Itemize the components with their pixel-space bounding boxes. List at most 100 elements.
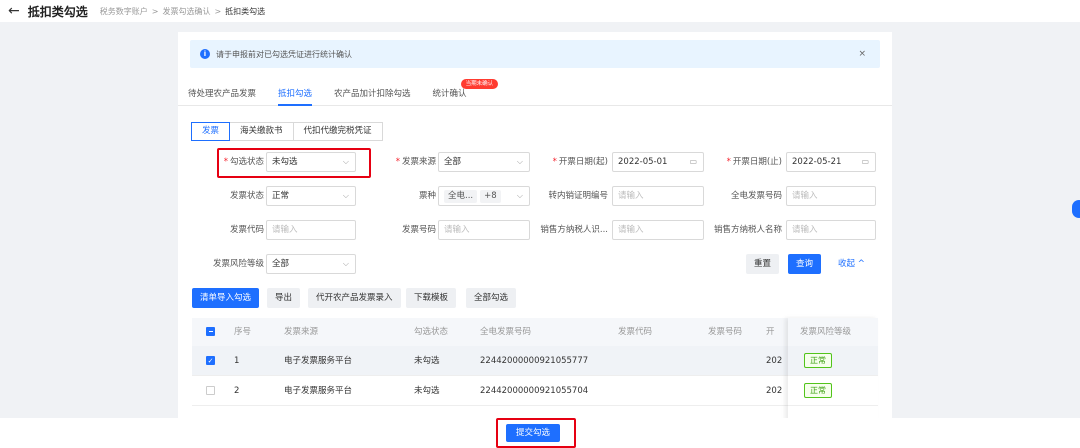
fixed-risk-column: 发票风险等级 正常 正常 xyxy=(788,318,878,422)
more-tag: +8 xyxy=(480,190,501,203)
collapse-toggle[interactable]: 收起 ^ xyxy=(838,254,865,274)
tab-label: 待处理农产品发票 xyxy=(188,89,257,99)
table-row[interactable]: ✓ 1 电子发票服务平台 未勾选 22442000000921055777 20… xyxy=(192,346,878,376)
chevron-down-icon: ⌵ xyxy=(516,191,523,200)
tab-label: 抵扣勾选 xyxy=(278,89,313,99)
seller-tax-id-label: 销售方纳税人识... xyxy=(540,225,608,235)
tab-deduction-select[interactable]: 抵扣勾选 xyxy=(278,80,313,106)
table-row[interactable]: 2 电子发票服务平台 未勾选 22442000000921055704 202 xyxy=(192,376,878,406)
risk-cell-row: 正常 xyxy=(788,346,878,376)
cell-index: 1 xyxy=(234,356,240,366)
cell-full-no: 22442000000921055704 xyxy=(480,386,589,396)
row-checkbox[interactable]: ✓ xyxy=(206,356,215,365)
chevron-down-icon: ⌵ xyxy=(342,259,349,268)
select-all-button[interactable]: 全部勾选 xyxy=(466,288,517,308)
subtab-customs[interactable]: 海关缴款书 xyxy=(229,122,294,141)
breadcrumb-item-account[interactable]: 税务数字账户 xyxy=(100,6,148,17)
back-arrow-icon[interactable]: ← xyxy=(8,3,20,19)
export-button[interactable]: 导出 xyxy=(267,288,301,308)
page-title: 抵扣类勾选 xyxy=(27,4,88,19)
seller-name-label: 销售方纳税人名称 xyxy=(713,225,782,235)
cell-date: 202 xyxy=(766,356,783,366)
agri-invoice-entry-button[interactable]: 代开农产品发票录入 xyxy=(308,288,401,308)
col-index: 序号 xyxy=(234,327,252,337)
full-invoice-no-input[interactable]: 请输入 xyxy=(786,186,876,206)
col-risk: 发票风险等级 xyxy=(800,327,852,337)
risk-header: 发票风险等级 xyxy=(788,318,878,346)
download-template-button[interactable]: 下载模板 xyxy=(406,288,457,308)
invoice-status-label: 发票状态 xyxy=(229,191,264,201)
date-end-label: * 开票日期(止) xyxy=(726,157,782,167)
date-start-label: * 开票日期(起) xyxy=(552,157,608,167)
main-panel: i 请于申报前对已勾选凭证进行统计确认 × 待处理农产品发票 抵扣勾选 农产品加… xyxy=(178,32,892,422)
chevron-down-icon: ⌵ xyxy=(516,157,523,166)
reset-button[interactable]: 重置 xyxy=(746,254,780,274)
subtab-invoice[interactable]: 发票 xyxy=(191,122,231,141)
date-end-picker[interactable]: 2022-05-21 ▭ xyxy=(786,152,876,172)
seller-name-input[interactable]: 请输入 xyxy=(786,220,876,240)
cell-status: 未勾选 xyxy=(414,356,440,366)
invoice-type-label: 票种 xyxy=(418,191,436,201)
tab-bar: 待处理农产品发票 抵扣勾选 农产品加计扣除勾选 统计确认 当期未确认 xyxy=(178,79,892,106)
cell-source: 电子发票服务平台 xyxy=(284,356,353,366)
full-invoice-no-label: 全电发票号码 xyxy=(730,191,782,201)
invoice-number-input[interactable]: 请输入 xyxy=(438,220,530,240)
alert-text: 请于申报前对已勾选凭证进行统计确认 xyxy=(216,49,352,59)
highlight-box-check-status xyxy=(217,148,371,178)
top-bar: ← 抵扣类勾选 税务数字账户 > 发票勾选确认 > 抵扣类勾选 xyxy=(0,0,1080,22)
col-source: 发票来源 xyxy=(284,327,319,337)
calendar-icon: ▭ xyxy=(861,157,869,166)
date-start-picker[interactable]: 2022-05-01 ▭ xyxy=(612,152,704,172)
invoice-source-select[interactable]: 全部 ⌵ xyxy=(438,152,530,172)
cell-date: 202 xyxy=(766,386,783,396)
cell-index: 2 xyxy=(234,386,240,396)
col-code: 发票代码 xyxy=(618,327,653,337)
row-checkbox[interactable] xyxy=(206,386,215,395)
breadcrumb: 税务数字账户 > 发票勾选确认 > 抵扣类勾选 xyxy=(100,6,265,17)
invoice-table: 序号 发票来源 勾选状态 全电发票号码 发票代码 发票号码 开 ✓ 1 电子发票… xyxy=(192,318,878,422)
cell-status: 未勾选 xyxy=(414,386,440,396)
transfer-no-input[interactable]: 请输入 xyxy=(612,186,704,206)
side-float-button[interactable] xyxy=(1072,200,1080,218)
doc-type-switch: 发票 海关缴款书 代扣代缴完税凭证 xyxy=(191,122,383,141)
breadcrumb-item-current: 抵扣类勾选 xyxy=(225,6,266,16)
chevron-down-icon: ⌵ xyxy=(342,191,349,200)
invoice-status-select[interactable]: 正常 ⌵ xyxy=(266,186,356,206)
table-header: 序号 发票来源 勾选状态 全电发票号码 发票代码 发票号码 开 xyxy=(192,318,878,346)
query-button[interactable]: 查询 xyxy=(788,254,822,274)
invoice-code-input[interactable]: 请输入 xyxy=(266,220,356,240)
invoice-type-multiselect[interactable]: 全电... +8 ⌵ xyxy=(438,186,530,206)
invoice-number-label: 发票号码 xyxy=(401,225,436,235)
breadcrumb-separator: > xyxy=(214,6,222,16)
selected-tag: 全电... xyxy=(444,190,478,203)
risk-level-select[interactable]: 全部 ⌵ xyxy=(266,254,356,274)
highlight-box-submit xyxy=(496,418,576,448)
info-icon: i xyxy=(200,49,210,59)
col-check-status: 勾选状态 xyxy=(414,327,449,337)
close-icon[interactable]: × xyxy=(858,49,866,59)
tab-label: 农产品加计扣除勾选 xyxy=(334,89,411,99)
tab-agri-plus[interactable]: 农产品加计扣除勾选 xyxy=(334,80,411,106)
select-all-checkbox[interactable] xyxy=(206,327,215,336)
tab-label: 统计确认 xyxy=(432,89,467,99)
invoice-code-label: 发票代码 xyxy=(229,225,264,235)
subtab-withholding[interactable]: 代扣代缴完税凭证 xyxy=(292,122,383,141)
col-number: 发票号码 xyxy=(708,327,743,337)
risk-level-label: 发票风险等级 xyxy=(212,259,264,269)
seller-tax-id-input[interactable]: 请输入 xyxy=(612,220,704,240)
tab-pending-agri[interactable]: 待处理农产品发票 xyxy=(188,80,256,106)
tab-stat-confirm[interactable]: 统计确认 当期未确认 xyxy=(432,79,499,106)
info-alert: i 请于申报前对已勾选凭证进行统计确认 × xyxy=(190,40,880,68)
status-badge: 当期未确认 xyxy=(460,79,499,89)
breadcrumb-separator: > xyxy=(151,6,159,16)
risk-cell-row: 正常 xyxy=(788,376,878,406)
calendar-icon: ▭ xyxy=(689,157,697,166)
transfer-no-label: 转内销证明编号 xyxy=(548,191,608,201)
cell-source: 电子发票服务平台 xyxy=(284,386,353,396)
import-list-button[interactable]: 清单导入勾选 xyxy=(192,288,260,308)
col-date: 开 xyxy=(766,327,775,337)
col-full-no: 全电发票号码 xyxy=(480,327,532,337)
cell-full-no: 22442000000921055777 xyxy=(480,356,589,366)
breadcrumb-item-confirm[interactable]: 发票勾选确认 xyxy=(162,6,210,17)
risk-badge: 正常 xyxy=(804,383,832,398)
